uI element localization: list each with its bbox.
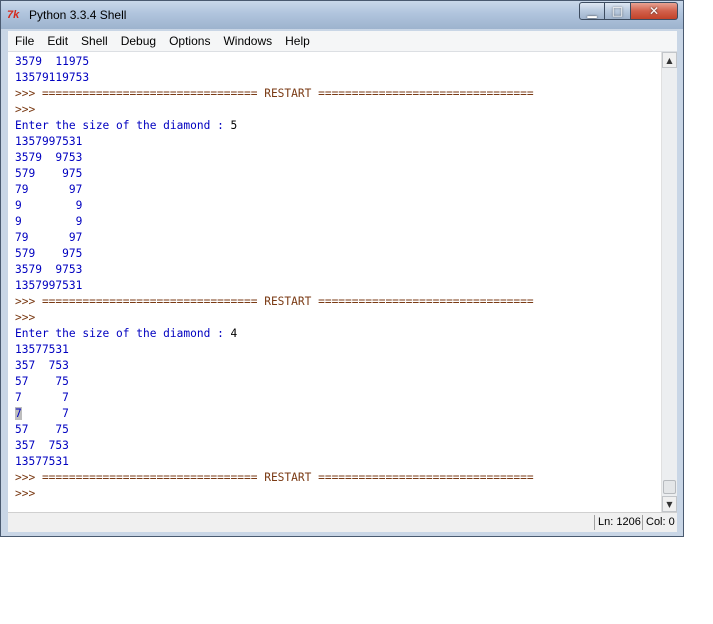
status-column-number: Col: 0: [642, 515, 675, 530]
console-line: 9 9: [15, 214, 82, 230]
output-text: 579 975: [15, 247, 83, 260]
console-line: 13579119753: [15, 70, 89, 86]
scroll-thumb[interactable]: [663, 480, 676, 494]
menu-bar: File Edit Shell Debug Options Windows He…: [8, 31, 677, 52]
console-line: >>> ================================ RES…: [15, 294, 534, 310]
console-line: 357 753: [15, 438, 69, 454]
title-bar[interactable]: 7k Python 3.3.4 Shell ▁ □ ✕: [1, 1, 683, 29]
output-text: 579 975: [15, 167, 83, 180]
output-text: 57 75: [15, 375, 69, 388]
prompt-text: >>> ================================ RES…: [15, 87, 534, 100]
arrow-up-icon: ▲: [666, 55, 673, 65]
prompt-text: >>>: [15, 311, 36, 324]
output-text: 1357997531: [15, 279, 83, 292]
output-text: 3579 9753: [15, 151, 83, 164]
window-controls: ▁ □ ✕: [579, 2, 678, 22]
minimize-button[interactable]: ▁: [579, 2, 605, 20]
output-text: 13577531: [15, 455, 69, 468]
menu-debug[interactable]: Debug: [114, 31, 162, 51]
arrow-down-icon: ▼: [666, 499, 673, 509]
console-line: Enter the size of the diamond : 4: [15, 326, 237, 342]
output-text: 3579 9753: [15, 263, 83, 276]
selected-text: 7: [15, 407, 22, 420]
console-line: 13577531: [15, 342, 69, 358]
console-line: 57 75: [15, 374, 69, 390]
menu-shell[interactable]: Shell: [74, 31, 114, 51]
menu-edit[interactable]: Edit: [40, 31, 74, 51]
maximize-button[interactable]: □: [605, 2, 631, 20]
console-line: 357 753: [15, 358, 69, 374]
output-text: 357 753: [15, 439, 69, 452]
output-text: 79 97: [15, 231, 83, 244]
output-text: 3579 11975: [15, 55, 90, 68]
prompt-text: >>> ================================ RES…: [15, 471, 534, 484]
minimize-icon: ▁: [587, 4, 597, 18]
console-line: 9 9: [15, 198, 82, 214]
console-line: 7 7: [15, 406, 69, 422]
tk-app-icon: 7k: [7, 9, 20, 21]
status-bar: Ln: 1206 Col: 0: [8, 512, 677, 532]
output-text: 79 97: [15, 183, 83, 196]
user-input-text: 5: [230, 119, 238, 132]
console-line: 579 975: [15, 246, 82, 262]
prompt-text: >>>: [15, 487, 36, 500]
console-line: >>>: [15, 310, 35, 326]
status-line-number: Ln: 1206: [594, 515, 641, 530]
console-line: 1357997531: [15, 134, 82, 150]
console-line: 1357997531: [15, 278, 82, 294]
close-button[interactable]: ✕: [631, 2, 678, 20]
console-line: 3579 9753: [15, 150, 82, 166]
vertical-scrollbar[interactable]: ▲ ▼: [661, 52, 677, 512]
menu-options[interactable]: Options: [162, 31, 216, 51]
menu-help[interactable]: Help: [278, 31, 316, 51]
output-text: 9 9: [15, 215, 83, 228]
output-text: 7 7: [15, 391, 69, 404]
console-line: >>> ================================ RES…: [15, 470, 534, 486]
console-line: 3579 9753: [15, 262, 82, 278]
console-line: >>>: [15, 102, 35, 118]
output-text: 1357997531: [15, 135, 83, 148]
text-clip-region: [8, 504, 661, 512]
console-line: 57 75: [15, 422, 69, 438]
menu-file[interactable]: File: [8, 31, 40, 51]
console-line: 79 97: [15, 230, 82, 246]
output-text: Enter the size of the diamond :: [15, 119, 231, 132]
shell-text-area[interactable]: 3579 11975 13579119753 >>> ===============…: [8, 52, 661, 512]
console-line: 579 975: [15, 166, 82, 182]
menu-windows[interactable]: Windows: [216, 31, 278, 51]
output-text: 57 75: [15, 423, 69, 436]
output-text: Enter the size of the diamond :: [15, 327, 231, 340]
prompt-text: >>>: [15, 103, 36, 116]
prompt-text: >>> ================================ RES…: [15, 295, 534, 308]
output-text: 13577531: [15, 343, 69, 356]
output-text: 9 9: [15, 199, 83, 212]
user-input-text: 4: [230, 327, 238, 340]
python-shell-window: 7k Python 3.3.4 Shell ▁ □ ✕ File Edit Sh…: [0, 0, 684, 537]
console-line: >>>: [15, 486, 35, 502]
scroll-up-button[interactable]: ▲: [662, 52, 677, 68]
window-title: Python 3.3.4 Shell: [29, 8, 127, 22]
console-line: >>> ================================ RES…: [15, 86, 534, 102]
console-line: 79 97: [15, 182, 82, 198]
output-text: 13579119753: [15, 71, 90, 84]
close-icon: ✕: [648, 4, 660, 18]
console-line: 13577531: [15, 454, 69, 470]
console-line: 3579 11975: [15, 54, 89, 70]
scroll-down-button[interactable]: ▼: [662, 496, 677, 512]
maximize-icon: □: [611, 4, 624, 18]
console-line: Enter the size of the diamond : 5: [15, 118, 237, 134]
console-line: 7 7: [15, 390, 69, 406]
output-text: 357 753: [15, 359, 69, 372]
output-text: 7: [21, 407, 69, 420]
